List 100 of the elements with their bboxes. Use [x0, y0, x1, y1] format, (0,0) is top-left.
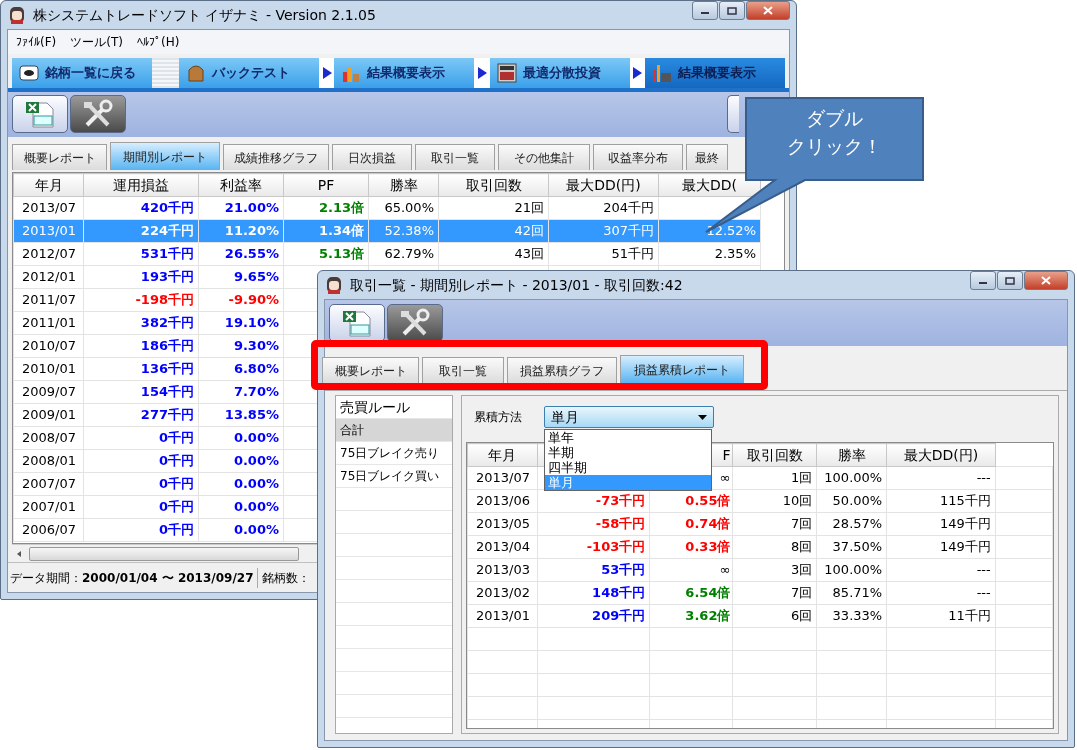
- table-cell: 2013/04: [467, 535, 538, 559]
- rule-item[interactable]: 合計: [336, 419, 452, 442]
- scrollbar-thumb[interactable]: [29, 546, 299, 561]
- table-cell: 531千円: [83, 242, 199, 266]
- table-cell: 65.00%: [368, 196, 439, 220]
- table-cell: 0千円: [83, 495, 199, 519]
- tab[interactable]: 収益率分布: [593, 144, 683, 171]
- table-cell: 9.65%: [198, 265, 284, 289]
- table-cell: 2008/01: [13, 449, 84, 473]
- table-cell: 6.54倍: [649, 581, 733, 605]
- table-cell: 186千円: [83, 334, 199, 358]
- next-step-button[interactable]: [319, 58, 335, 88]
- table-cell: 9.30%: [198, 334, 284, 358]
- close-icon: [763, 6, 773, 15]
- column-header[interactable]: 取引回数: [438, 173, 549, 197]
- minimize-button[interactable]: [970, 271, 996, 290]
- table-cell: 420千円: [83, 196, 199, 220]
- rule-item[interactable]: 75日ブレイク売り: [336, 442, 452, 465]
- table-cell: 62.79%: [368, 242, 439, 266]
- nav-step[interactable]: 最適分散投資: [489, 58, 630, 88]
- table-cell: 2013/01: [467, 604, 538, 628]
- column-header[interactable]: 最大DD(: [658, 173, 761, 197]
- table-cell: 193千円: [83, 265, 199, 289]
- column-header[interactable]: 取引回数: [732, 443, 817, 467]
- column-header[interactable]: 最大DD(円): [886, 443, 996, 467]
- table-cell: 2010/07: [13, 334, 84, 358]
- table-cell: 26.55%: [198, 242, 284, 266]
- play-arrow-icon: [476, 65, 489, 80]
- close-button[interactable]: [746, 1, 790, 20]
- nav-step[interactable]: バックテスト: [179, 58, 320, 88]
- table-cell: 0千円: [83, 518, 199, 542]
- export-csv-button[interactable]: [329, 304, 385, 342]
- table-cell: 2012/01: [13, 265, 84, 289]
- table-cell: 0.00%: [198, 518, 284, 542]
- table-cell: 1回: [732, 466, 817, 490]
- tab[interactable]: 最終: [686, 144, 728, 171]
- tools-button[interactable]: [70, 95, 126, 134]
- app-icon: [7, 5, 27, 25]
- tab[interactable]: 期間別レポート: [110, 142, 220, 171]
- table-cell: 2013/02: [467, 581, 538, 605]
- tab[interactable]: 取引一覧: [422, 357, 504, 383]
- nav-step[interactable]: 結果概要表示: [645, 58, 785, 88]
- table-cell: 33.33%: [816, 604, 887, 628]
- table-cell: 0.00%: [198, 426, 284, 450]
- menu-item[interactable]: ﾍﾙﾌﾟ(H): [136, 33, 180, 51]
- nav-spacer: [152, 58, 180, 88]
- table-cell: 2011/01: [13, 311, 84, 335]
- callout-text: ダブル: [805, 106, 863, 131]
- menu-item[interactable]: ﾌｧｲﾙ(F): [16, 33, 57, 51]
- caret-icon: [698, 414, 707, 420]
- next-step-button[interactable]: [474, 58, 490, 88]
- table-cell: 2013/05: [467, 512, 538, 536]
- dropdown-option[interactable]: 単年: [545, 430, 711, 445]
- column-header[interactable]: PF: [283, 173, 369, 197]
- maximize-icon: [1005, 276, 1015, 285]
- maximize-button[interactable]: [997, 271, 1023, 290]
- tab[interactable]: 成績推移グラフ: [223, 144, 329, 171]
- toolbar-button[interactable]: [727, 95, 739, 134]
- column-header[interactable]: 最大DD(円): [548, 173, 659, 197]
- table-cell: 136千円: [83, 357, 199, 381]
- table-cell: 21回: [438, 196, 549, 220]
- play-arrow-icon: [320, 65, 333, 80]
- calculator-icon: [495, 61, 518, 84]
- table-cell: 149千円: [886, 512, 996, 536]
- menu-item[interactable]: ツール(T): [70, 33, 123, 51]
- tab[interactable]: 日次損益: [332, 144, 412, 171]
- tools-button[interactable]: [387, 304, 443, 342]
- export-csv-button[interactable]: [12, 95, 68, 134]
- table-cell: 2010/01: [13, 357, 84, 381]
- table-cell: 3回: [732, 558, 817, 582]
- window-title: 株システムトレードソフト イザナミ - Version 2.1.05: [33, 5, 376, 25]
- column-header[interactable]: 運用損益: [83, 173, 199, 197]
- tab[interactable]: 概要レポート: [12, 144, 107, 171]
- nav-step[interactable]: 結果概要表示: [334, 58, 475, 88]
- method-dropdown[interactable]: 単月: [544, 406, 714, 428]
- column-header[interactable]: 年月: [467, 443, 538, 467]
- tab[interactable]: 損益累積レポート: [620, 355, 744, 383]
- maximize-button[interactable]: [719, 1, 745, 20]
- tab[interactable]: 取引一覧: [415, 144, 495, 171]
- dropdown-option[interactable]: 半期: [545, 445, 711, 460]
- column-header[interactable]: 年月: [13, 173, 84, 197]
- table-cell: -58千円: [537, 512, 650, 536]
- minimize-button[interactable]: [692, 1, 718, 20]
- rule-item[interactable]: 75日ブレイク買い: [336, 465, 452, 488]
- table-cell: 100.00%: [816, 558, 887, 582]
- close-button[interactable]: [1024, 271, 1068, 290]
- tab[interactable]: その他集計: [498, 144, 590, 171]
- column-header[interactable]: 利益率: [198, 173, 284, 197]
- spreadsheet-icon: [23, 99, 57, 130]
- column-header[interactable]: 勝率: [368, 173, 439, 197]
- nav-step[interactable]: 銘柄一覧に戻る: [12, 58, 152, 88]
- table-cell: 2012/07: [13, 242, 84, 266]
- scroll-left-icon[interactable]: [15, 549, 23, 558]
- tab[interactable]: 概要レポート: [322, 357, 419, 383]
- table-cell: 11千円: [886, 604, 996, 628]
- table-cell: 307千円: [548, 219, 659, 243]
- column-header[interactable]: 勝率: [816, 443, 887, 467]
- tab[interactable]: 損益累積グラフ: [507, 357, 617, 383]
- table-cell: 85.71%: [816, 581, 887, 605]
- table-cell: 2013/01: [13, 219, 84, 243]
